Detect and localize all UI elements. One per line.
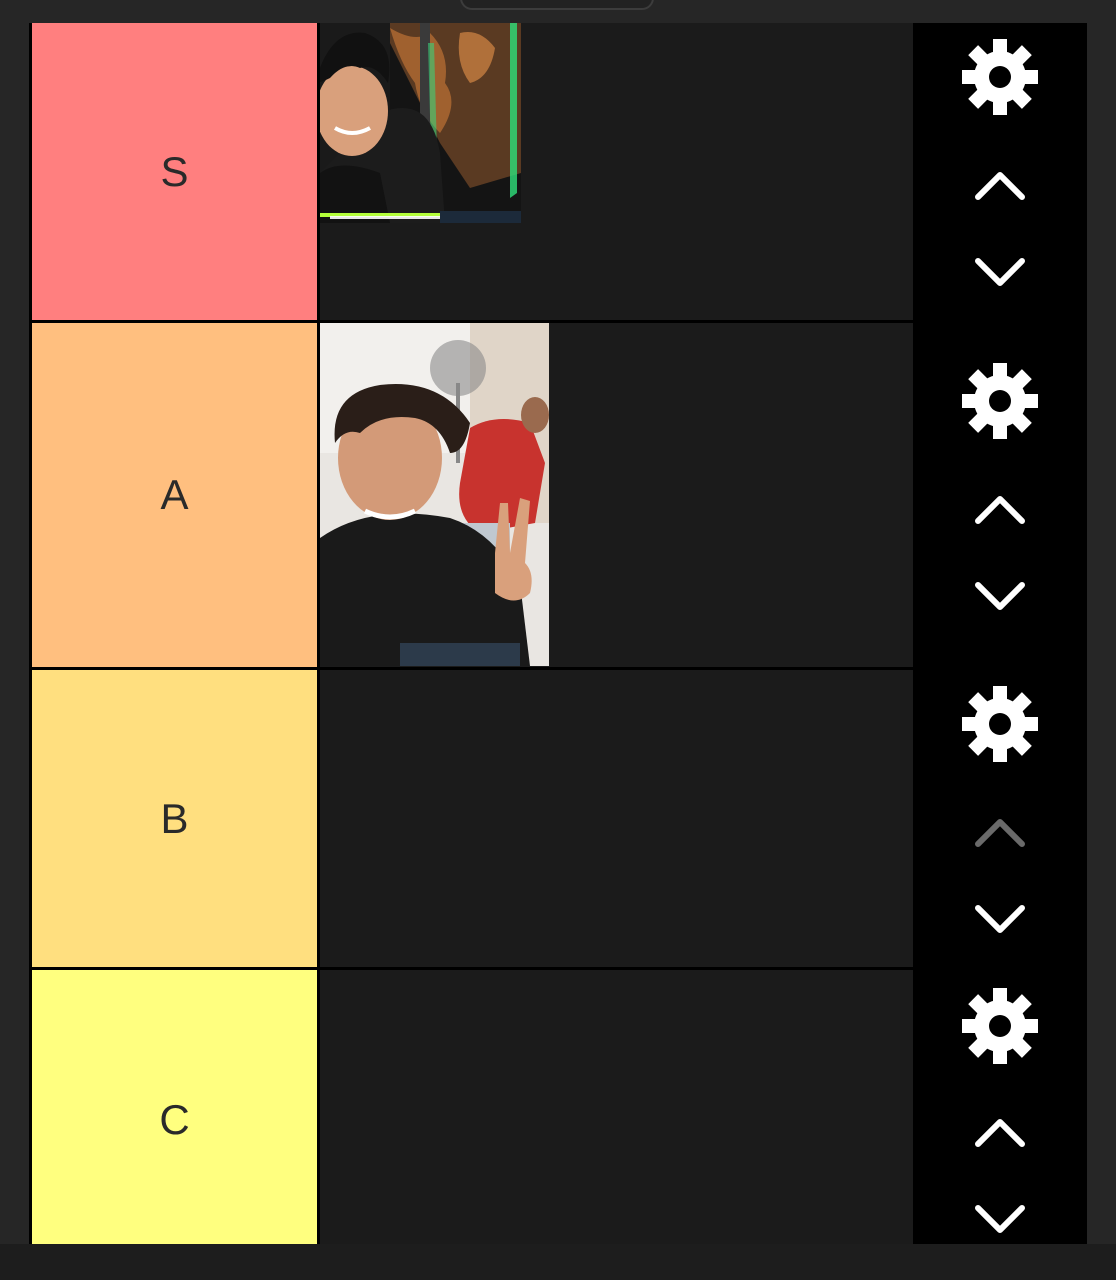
tier-item-photo[interactable] [320,323,549,666]
tier-settings-button-a[interactable] [913,361,1087,441]
chevron-down-icon [972,253,1028,293]
tier-item-photo[interactable] [320,23,521,223]
gear-icon [960,361,1040,441]
tier-label-text: S [160,147,189,195]
tier-label-a[interactable]: A [32,323,317,667]
chevron-up-icon [972,812,1028,852]
tier-move-down-button-b[interactable] [913,900,1087,940]
tier-controls-c [913,970,1087,1244]
chevron-down-icon [972,900,1028,940]
tier-label-text: B [160,794,189,842]
tier-settings-button-s[interactable] [913,37,1087,117]
tier-row-a: A [29,323,1087,670]
tier-move-down-button-a[interactable] [913,577,1087,617]
tier-controls-b [913,670,1087,970]
tier-items-s[interactable] [320,23,913,320]
tier-label-text: A [160,471,189,518]
bottom-bar [0,1244,1116,1280]
tier-label-c[interactable]: C [32,970,317,1244]
tier-controls-a [913,323,1087,670]
portrait-photo-peace-sign [320,323,549,666]
gear-icon [960,684,1040,764]
gear-icon [960,986,1040,1066]
chevron-down-icon [972,577,1028,617]
chevron-up-icon [972,1112,1028,1152]
chevron-up-icon [972,165,1028,205]
tier-move-up-button-c[interactable] [913,1112,1087,1152]
chevron-down-icon [972,1200,1028,1240]
tier-list-board: S A B C [29,23,1087,1244]
tier-move-up-button-s[interactable] [913,165,1087,205]
tier-move-up-button-b[interactable] [913,812,1087,852]
tier-label-b[interactable]: B [32,670,317,967]
tier-items-a[interactable] [320,323,913,667]
tier-label-s[interactable]: S [32,23,317,320]
tier-row-b: B [29,670,1087,970]
tier-settings-button-b[interactable] [913,684,1087,764]
tier-controls-s [913,23,1087,323]
tier-label-text: C [159,1096,190,1143]
top-handle-tab [460,0,654,10]
tier-row-c: C [29,970,1087,1244]
tier-move-up-button-a[interactable] [913,489,1087,529]
chevron-up-icon [972,489,1028,529]
gear-icon [960,37,1040,117]
tier-items-c[interactable] [320,970,913,1244]
tier-items-b[interactable] [320,670,913,967]
tier-move-down-button-s[interactable] [913,253,1087,293]
tier-settings-button-c[interactable] [913,986,1087,1066]
tier-row-s: S [29,23,1087,323]
portrait-photo-gaming-room [320,23,521,223]
tier-move-down-button-c[interactable] [913,1200,1087,1240]
